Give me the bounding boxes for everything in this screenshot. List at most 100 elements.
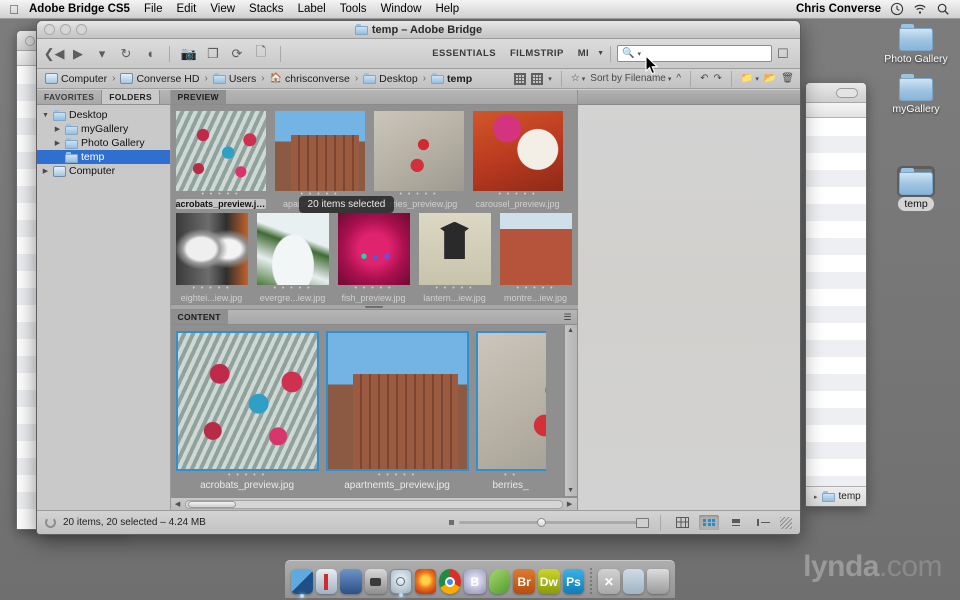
dock-item-documents-folder[interactable] [622,569,645,594]
preview-thumbnail[interactable] [418,213,491,285]
rating-dots[interactable]: • • • • • [473,191,563,199]
tree-item-computer[interactable]: ▶ Computer [37,164,170,178]
preview-item[interactable]: • • • • • eightei...iew.jpg [175,213,248,303]
grid-view-icon[interactable] [699,515,719,530]
dock-item-chrome[interactable] [439,569,461,594]
workspace-mi[interactable]: MI [572,48,595,59]
content-thumbnail[interactable] [475,331,546,471]
workspace-filmstrip[interactable]: FILMSTRIP [504,48,570,59]
thumbnail-size-slider[interactable] [449,517,649,528]
dock-item-iphoto[interactable] [315,569,338,594]
content-item[interactable]: • • • • • acrobats_preview.jpg [175,331,319,491]
breadcrumb-item-computer[interactable]: Computer [43,73,109,85]
bridge-titlebar[interactable]: temp – Adobe Bridge [37,21,800,39]
content-vertical-scrollbar[interactable]: ▲ ▼ [563,325,577,496]
menu-item-window[interactable]: Window [374,0,429,18]
slider-thumb[interactable] [537,518,546,527]
large-thumbnail-icon[interactable] [636,517,649,528]
background-finder-window-right[interactable]: ▸ temp [805,82,867,507]
preview-item[interactable]: • • • • • acrobats_preview.jpg [175,111,266,209]
wifi-icon[interactable] [913,2,927,16]
boomerang-icon[interactable]: ◖ [141,45,159,63]
details-view-icon[interactable] [726,515,746,530]
search-input[interactable]: 🔍 ▾ [617,45,772,62]
tab-preview[interactable]: PREVIEW [170,90,226,104]
scroll-down-arrow-icon[interactable]: ▼ [567,487,574,494]
dock-item-preview[interactable] [340,569,362,594]
menu-item-view[interactable]: View [203,0,242,18]
back-arrow-icon[interactable]: ❮◀ [44,45,65,63]
new-folder-icon[interactable]: 📁 ▾ [741,73,759,84]
list-view-icon[interactable] [672,515,692,530]
menu-item-stacks[interactable]: Stacks [242,0,291,18]
scroll-up-arrow-icon[interactable]: ▲ [567,327,574,334]
twisty-right-icon[interactable]: ▶ [53,125,62,133]
rotate-counterclockwise-icon[interactable]: ↶ [700,73,708,84]
preview-thumbnail[interactable] [274,111,365,191]
twisty-right-icon[interactable]: ▶ [53,139,62,147]
menu-app-name[interactable]: Adobe Bridge CS5 [22,0,137,18]
forward-arrow-icon[interactable]: ▶ [69,45,87,63]
dropdown-caret-icon[interactable]: ▾ [93,45,111,63]
details-view-icon[interactable] [531,72,544,85]
open-folder-icon[interactable]: 📂 [764,73,776,84]
content-item[interactable]: • • • • • apartnemts_preview.jpg [325,331,469,491]
apple-logo-icon[interactable]:  [6,3,22,16]
breadcrumb-item-temp[interactable]: temp [429,73,474,85]
preview-thumbnail[interactable] [472,111,563,191]
preview-item[interactable]: • • • • • fish_preview.jpg [337,213,410,303]
breadcrumb-item-desktop[interactable]: Desktop [361,73,420,85]
rotate-icon[interactable]: ↻ [117,45,135,63]
desktop-icon-photo-gallery[interactable]: Photo Gallery [878,24,954,65]
preview-item[interactable]: • • • • • berries_preview.jpg [373,111,464,209]
scroll-right-arrow-icon[interactable]: ▶ [565,500,575,508]
menu-item-file[interactable]: File [137,0,170,18]
breadcrumb-item-users[interactable]: Users [211,73,258,85]
tree-item-desktop[interactable]: ▼ Desktop [37,108,170,122]
desktop-icon-mygallery[interactable]: myGallery [878,74,954,115]
twisty-down-icon[interactable]: ▼ [41,112,50,119]
desktop-icon-temp[interactable]: temp [878,166,954,211]
preview-thumbnail[interactable] [175,111,266,191]
spotlight-search-icon[interactable] [936,2,950,16]
content-horizontal-scrollbar[interactable]: ◀ ▶ [170,497,577,510]
rating-dots[interactable]: • • [476,471,546,480]
dock-item-finder[interactable] [290,569,313,598]
rotate-clockwise-icon[interactable]: ↷ [713,73,721,84]
preview-thumbnail[interactable] [175,213,248,285]
content-thumbnail[interactable] [175,331,319,471]
twisty-right-icon[interactable]: ▶ [41,167,50,175]
preview-item[interactable]: • • • • • evergre...iew.jpg [256,213,329,303]
background-window-titlebar[interactable] [806,83,866,103]
menubar-username[interactable]: Chris Converse [796,3,881,15]
dock-item-utility[interactable]: ✕ [598,569,620,594]
content-item[interactable]: • • berries_ [475,331,546,491]
list-detail-icon[interactable] [753,515,773,530]
menu-item-help[interactable]: Help [428,0,466,18]
delete-icon[interactable]: 🗑 [781,73,794,84]
preview-item[interactable]: • • • • • lantern...iew.jpg [418,213,491,303]
rating-dots[interactable]: • • • • • [176,285,248,293]
refresh-icon[interactable]: ⟳ [228,45,246,63]
compact-mode-icon[interactable]: ☐ [774,45,792,63]
new-file-icon[interactable]: 🗋 [252,44,270,63]
time-machine-icon[interactable] [890,2,904,16]
rating-dots[interactable]: • • • • • [419,285,491,293]
tab-favorites[interactable]: FAVORITES [37,90,101,104]
breadcrumb-item-chrisconverse[interactable]: 🏠 chrisconverse [268,73,352,85]
rating-dots[interactable]: • • • • • [338,285,410,293]
preview-item[interactable]: • • • • • carousel_preview.jpg [472,111,563,209]
tree-item-mygallery[interactable]: ▶ myGallery [37,122,170,136]
filter-star-icon[interactable]: ☆ ▾ [571,73,585,84]
sort-ascending-icon[interactable]: ^ [676,73,681,84]
preview-item[interactable]: • • • • • apartnem...iew.jpg [274,111,365,209]
menu-item-label[interactable]: Label [291,0,333,18]
menu-item-edit[interactable]: Edit [170,0,204,18]
tab-content[interactable]: CONTENT [170,310,228,324]
panel-menu-icon[interactable]: ☰ [563,310,576,324]
rating-dots[interactable]: • • • • • [500,285,572,293]
chevron-down-icon[interactable]: ▾ [548,75,552,83]
thumbnail-view-icon[interactable] [514,72,527,85]
workspace-essentials[interactable]: ESSENTIALS [426,48,502,59]
workspace-chevron-down-icon[interactable]: ▼ [597,50,604,57]
